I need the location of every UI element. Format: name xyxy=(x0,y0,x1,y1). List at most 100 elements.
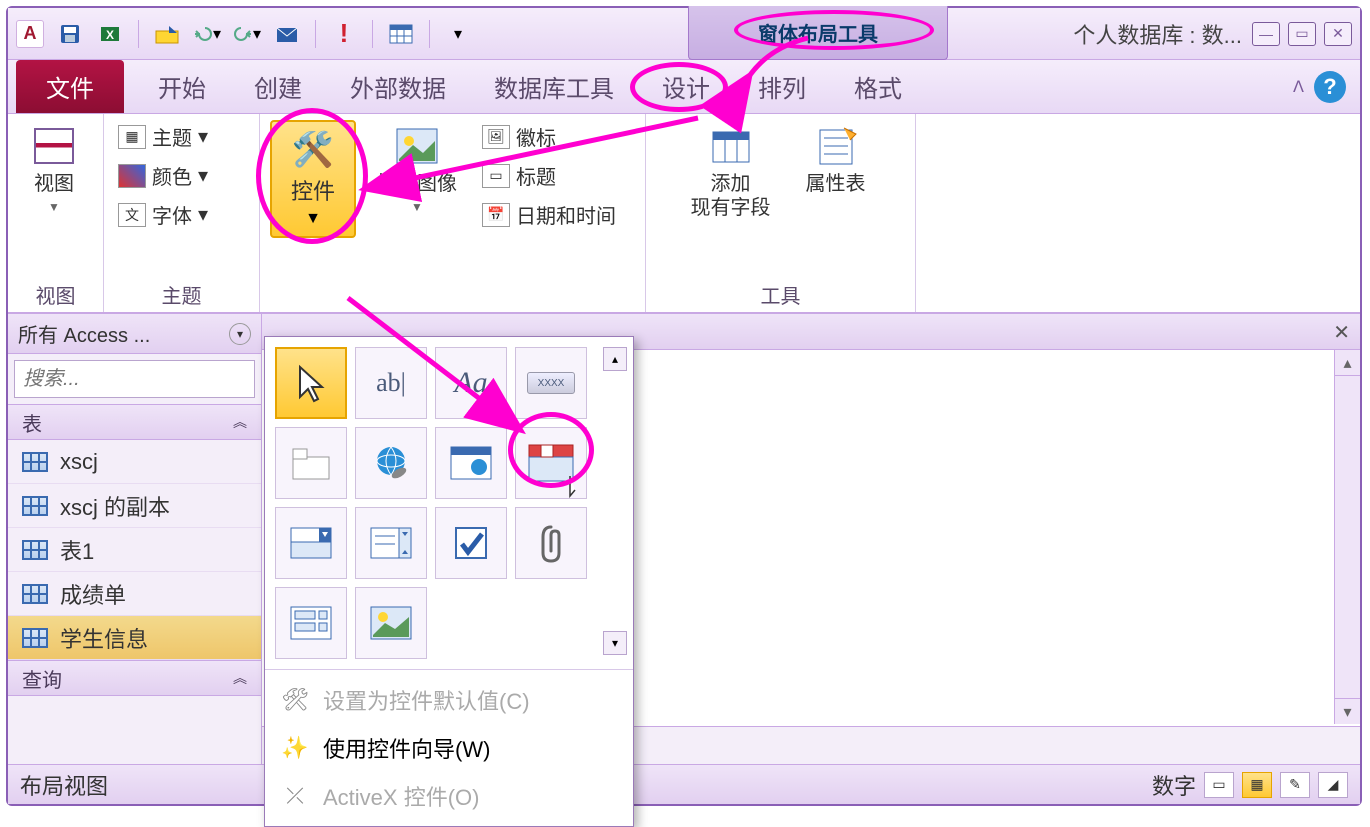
control-tab[interactable] xyxy=(275,427,347,499)
navpane-item[interactable]: 学生信息 xyxy=(8,616,261,660)
navpane-section-queries[interactable]: 查询︽ xyxy=(8,660,261,696)
navpane-item[interactable]: xscj 的副本 xyxy=(8,484,261,528)
tab-database-tools[interactable]: 数据库工具 xyxy=(470,60,638,113)
navpane-item[interactable]: 成绩单 xyxy=(8,572,261,616)
control-select[interactable] xyxy=(275,347,347,419)
contextual-tab-title: 窗体布局工具 xyxy=(744,16,892,49)
property-sheet-button[interactable]: 属性表 xyxy=(791,120,881,200)
navpane-section-tables[interactable]: 表︽ xyxy=(8,404,261,440)
colors-button[interactable]: 颜色 ▾ xyxy=(114,159,212,192)
window-title: 个人数据库 : 数... xyxy=(1073,18,1252,50)
control-navigation[interactable] xyxy=(515,427,587,499)
layout-view-button[interactable]: ▦ xyxy=(1242,772,1272,798)
view-button[interactable]: 视图 ▼ xyxy=(18,120,90,218)
save-icon[interactable] xyxy=(54,18,86,50)
quick-access-toolbar: X ▾ ▾ ! ▾ xyxy=(54,18,474,50)
control-webbrowser[interactable] xyxy=(435,427,507,499)
restore-button[interactable]: ▭ xyxy=(1288,22,1316,46)
add-existing-fields-button[interactable]: 添加 现有字段 xyxy=(681,120,781,224)
scroll-down-icon[interactable]: ▾ xyxy=(1335,698,1360,724)
navpane-search-input[interactable] xyxy=(14,360,255,398)
title-button[interactable]: ▭标题 xyxy=(478,159,620,192)
controls-gallery-popup: ab| Aa XXXX ▴ ▾ 🛠 设置为控件默认值(C) ✨ xyxy=(264,336,634,827)
navpane-header[interactable]: 所有 Access ... ▾ xyxy=(8,314,261,354)
chevron-down-icon[interactable]: ▾ xyxy=(229,323,251,345)
navigation-pane: 所有 Access ... ▾ 表︽ xscj xscj 的副本 表1 成绩单 … xyxy=(8,314,262,764)
titlebar: A X ▾ ▾ ! ▾ 窗体布局工具 个人数据库 : 数... ― ▭ xyxy=(8,8,1360,60)
group-label-themes: 主题 xyxy=(114,278,249,310)
tab-home[interactable]: 开始 xyxy=(134,60,230,113)
vertical-scrollbar[interactable]: ▴ ▾ xyxy=(1334,350,1360,724)
tools-icon: 🛠 xyxy=(281,687,309,713)
statusbar: 布局视图 数字 ▭ ▦ ✎ ◢ xyxy=(8,764,1360,804)
control-image[interactable] xyxy=(355,587,427,659)
redo-icon[interactable]: ▾ xyxy=(231,18,263,50)
quick-edit-icon[interactable] xyxy=(151,18,183,50)
undo-icon[interactable]: ▾ xyxy=(191,18,223,50)
statusbar-view-label: 布局视图 xyxy=(20,769,108,801)
statusbar-mode: 数字 xyxy=(1152,769,1196,801)
minimize-button[interactable]: ― xyxy=(1252,22,1280,46)
ribbon-collapse-icon[interactable]: ᐱ xyxy=(1293,77,1304,97)
gallery-scroll-up[interactable]: ▴ xyxy=(603,347,627,371)
control-button[interactable]: XXXX xyxy=(515,347,587,419)
ribbon-tabs: 文件 开始 创建 外部数据 数据库工具 设计 排列 格式 ᐱ ? xyxy=(8,60,1360,114)
group-label-view: 视图 xyxy=(18,278,93,310)
chevron-up-icon: ︽ xyxy=(233,668,247,688)
chevron-up-icon: ︽ xyxy=(233,412,247,432)
control-subform[interactable] xyxy=(275,587,347,659)
app-icon: A xyxy=(16,20,44,48)
mail-icon[interactable] xyxy=(271,18,303,50)
table-icon xyxy=(22,628,48,648)
tab-create[interactable]: 创建 xyxy=(230,60,326,113)
tab-file[interactable]: 文件 xyxy=(16,60,124,113)
control-attachment[interactable] xyxy=(515,507,587,579)
table-icon xyxy=(22,584,48,604)
wizard-icon: ✨ xyxy=(281,735,309,761)
ribbon: 视图 ▼ 视图 ▦主题 ▾ 颜色 ▾ 文字体 ▾ 主题 🛠️ 控件 xyxy=(8,114,1360,314)
design-view-button[interactable]: ✎ xyxy=(1280,772,1310,798)
menu-activex[interactable]: ⤫ ActiveX 控件(O) xyxy=(265,772,633,820)
control-textbox[interactable]: ab| xyxy=(355,347,427,419)
tab-arrange[interactable]: 排列 xyxy=(734,60,830,113)
gallery-scroll-down[interactable]: ▾ xyxy=(603,631,627,655)
table-icon xyxy=(22,496,48,516)
control-checkbox[interactable] xyxy=(435,507,507,579)
navpane-item[interactable]: 表1 xyxy=(8,528,261,572)
form-view-button[interactable]: ▭ xyxy=(1204,772,1234,798)
fonts-icon: 文 xyxy=(118,203,146,227)
fonts-button[interactable]: 文字体 ▾ xyxy=(114,198,212,231)
table-icon xyxy=(22,452,48,472)
tools-icon: 🛠️ xyxy=(292,130,334,170)
navpane-item[interactable]: xscj xyxy=(8,440,261,484)
more-view-button[interactable]: ◢ xyxy=(1318,772,1348,798)
control-listbox[interactable] xyxy=(355,507,427,579)
datasheet-icon[interactable] xyxy=(385,18,417,50)
document-close-button[interactable]: ✕ xyxy=(1333,320,1350,345)
qat-customize-icon[interactable]: ▾ xyxy=(442,18,474,50)
control-label[interactable]: Aa xyxy=(435,347,507,419)
view-icon xyxy=(34,128,74,164)
tab-external-data[interactable]: 外部数据 xyxy=(326,60,470,113)
themes-button[interactable]: ▦主题 ▾ xyxy=(114,120,212,153)
logo-icon: 🖼 xyxy=(482,125,510,149)
tab-design[interactable]: 设计 xyxy=(638,60,734,113)
controls-gallery-button[interactable]: 🛠️ 控件 ▼ xyxy=(270,120,356,238)
control-combobox[interactable] xyxy=(275,507,347,579)
help-button[interactable]: ? xyxy=(1314,71,1346,103)
table-icon xyxy=(22,540,48,560)
logo-button[interactable]: 🖼徽标 xyxy=(478,120,620,153)
datetime-button[interactable]: 📅日期和时间 xyxy=(478,198,620,231)
excel-export-icon[interactable]: X xyxy=(94,18,126,50)
close-button[interactable]: ✕ xyxy=(1324,22,1352,46)
scroll-up-icon[interactable]: ▴ xyxy=(1335,350,1360,376)
menu-use-wizard[interactable]: ✨ 使用控件向导(W) xyxy=(265,724,633,772)
insert-image-button[interactable]: 插入图像 ▼ xyxy=(370,120,464,218)
datetime-icon: 📅 xyxy=(482,203,510,227)
control-hyperlink[interactable] xyxy=(355,427,427,499)
tab-format[interactable]: 格式 xyxy=(830,60,926,113)
themes-icon: ▦ xyxy=(118,125,146,149)
alert-icon[interactable]: ! xyxy=(328,18,360,50)
colors-icon xyxy=(118,164,146,188)
menu-set-default[interactable]: 🛠 设置为控件默认值(C) xyxy=(265,676,633,724)
